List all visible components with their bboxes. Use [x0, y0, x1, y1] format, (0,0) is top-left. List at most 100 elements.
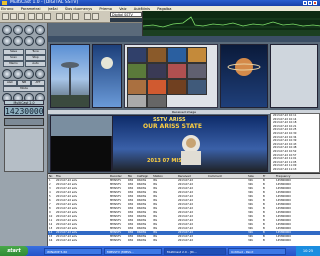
table-cell: 32K [248, 239, 254, 242]
camera-icon[interactable] [64, 13, 71, 20]
filter-knob[interactable] [2, 36, 12, 46]
thumbnail[interactable] [167, 79, 187, 95]
column-header[interactable]: Decoder [110, 174, 122, 178]
log-table[interactable]: Nr. File Decoder Mo CallSign Station Rec… [48, 173, 320, 246]
afc-knob[interactable] [24, 69, 34, 79]
column-header[interactable]: Received [178, 174, 191, 178]
thumbnail-grid [124, 44, 218, 108]
panel-button[interactable]: Auto [25, 61, 46, 67]
table-cell: 2013-07-22 [178, 239, 194, 242]
pan-knob[interactable] [2, 69, 12, 79]
table-cell: R36 [128, 239, 134, 242]
settings-icon[interactable] [56, 13, 63, 20]
thumbnail[interactable] [187, 63, 207, 79]
list-item[interactable]: 2013-07-22 11:13 [271, 168, 319, 172]
column-header[interactable]: Comment [208, 174, 222, 178]
column-header[interactable]: Size [248, 174, 254, 178]
thumbnail[interactable] [127, 47, 147, 63]
knob-row [2, 69, 46, 79]
window-title: MultiCast 1.0 - [DIGITAL SSTV] [10, 0, 79, 5]
lcd-label: MultiCast 2.0 [4, 100, 44, 105]
spectrum-display[interactable] [142, 11, 320, 36]
thumbnail[interactable] [167, 63, 187, 79]
space-needle-image[interactable] [50, 44, 90, 108]
record-icon[interactable] [28, 13, 35, 20]
level-knob[interactable] [35, 69, 45, 79]
moon-image[interactable] [92, 44, 122, 108]
thumbnail[interactable] [147, 79, 167, 95]
thumbnail[interactable] [127, 63, 147, 79]
scope-header [51, 116, 113, 136]
zoom-icon[interactable] [72, 13, 79, 20]
stop-icon[interactable] [44, 13, 51, 20]
table-cell: ISS [153, 239, 158, 242]
image-header [48, 36, 320, 42]
print-icon[interactable] [18, 13, 25, 20]
thumbnail[interactable] [187, 47, 207, 63]
thumbnail[interactable] [147, 47, 167, 63]
table-row[interactable]: 16 2013-07-22 sstv MMSSTV R36 RS0ISS ISS 2013-… [48, 239, 320, 243]
table-cell: 2013-07-22 sstv [56, 239, 78, 242]
app-icon [2, 1, 7, 5]
help-icon[interactable] [84, 13, 91, 20]
notch-knob[interactable] [24, 36, 34, 46]
volume-knob[interactable] [2, 25, 12, 35]
taskbar-item[interactable]: MMSSTV (MMSS... [104, 248, 162, 255]
frequency-display: 14230000 [4, 106, 44, 116]
thumbnail[interactable] [127, 79, 147, 95]
panel-button[interactable]: Memo [3, 61, 24, 67]
save-icon[interactable] [10, 13, 17, 20]
play-icon[interactable] [36, 13, 43, 20]
minimize-button[interactable] [303, 1, 307, 5]
tone-knob[interactable] [35, 25, 45, 35]
column-header[interactable]: CallSign [137, 174, 148, 178]
taskbar-item-active[interactable]: MultiCast 2.0 - [Di... [164, 248, 226, 255]
info-icon[interactable] [92, 13, 99, 20]
thumbnail[interactable] [167, 47, 187, 63]
maximize-button[interactable] [308, 1, 312, 5]
start-button[interactable]: start [0, 246, 28, 256]
history-list[interactable]: 2013-07-22 10:11 2013-07-22 10:14 2013-0… [270, 113, 320, 173]
astronaut-icon [181, 135, 201, 165]
moon-icon [101, 57, 113, 69]
column-header[interactable]: Station [153, 174, 163, 178]
shift-knob[interactable] [13, 36, 23, 46]
taskbar-item[interactable]: WINAMP 5.60 [44, 248, 102, 255]
signal-meter [110, 18, 142, 22]
table-cell: 145800000 [276, 239, 291, 242]
decoder-scope [50, 115, 113, 172]
rf-knob[interactable] [35, 36, 45, 46]
spectrum-graph [142, 16, 320, 36]
column-header[interactable]: Fr [263, 174, 266, 178]
preview-panel [270, 44, 318, 108]
column-header[interactable]: Nr. [49, 174, 53, 178]
thumbnail[interactable] [127, 94, 147, 108]
thumbnail[interactable] [147, 63, 167, 79]
table-cell: MMSSTV [110, 239, 122, 242]
column-header[interactable]: Mo [128, 174, 132, 178]
mode-panel [4, 128, 44, 172]
space-needle-icon [51, 62, 89, 107]
memory-panel [4, 118, 44, 126]
thumbnail[interactable] [187, 79, 207, 95]
system-clock: 10:25 [296, 246, 320, 256]
mode-select[interactable]: Digital SSTV [110, 12, 142, 17]
bw-knob[interactable] [13, 69, 23, 79]
planet-image[interactable] [220, 44, 268, 108]
received-sstv-image[interactable]: SSTV ARISS OUR ARISS STATE 2013 07 MISSI… [112, 115, 268, 172]
knob-row [2, 36, 46, 46]
squelch-knob[interactable] [13, 25, 23, 35]
taskbar-item[interactable]: Untitled - Paint [228, 248, 286, 255]
planet-icon [227, 58, 261, 76]
open-icon[interactable] [2, 13, 9, 20]
gain-knob[interactable] [24, 25, 34, 35]
panel-button[interactable]: Mode [3, 86, 45, 92]
table-cell: B [263, 239, 265, 242]
knob-row [2, 25, 46, 35]
close-button[interactable] [313, 1, 317, 5]
table-cell: RS0ISS [137, 239, 147, 242]
table-cell: 16 [49, 239, 53, 242]
thumbnail[interactable] [147, 94, 167, 108]
column-header[interactable]: File [56, 174, 61, 178]
column-header[interactable]: Frequency [276, 174, 290, 178]
